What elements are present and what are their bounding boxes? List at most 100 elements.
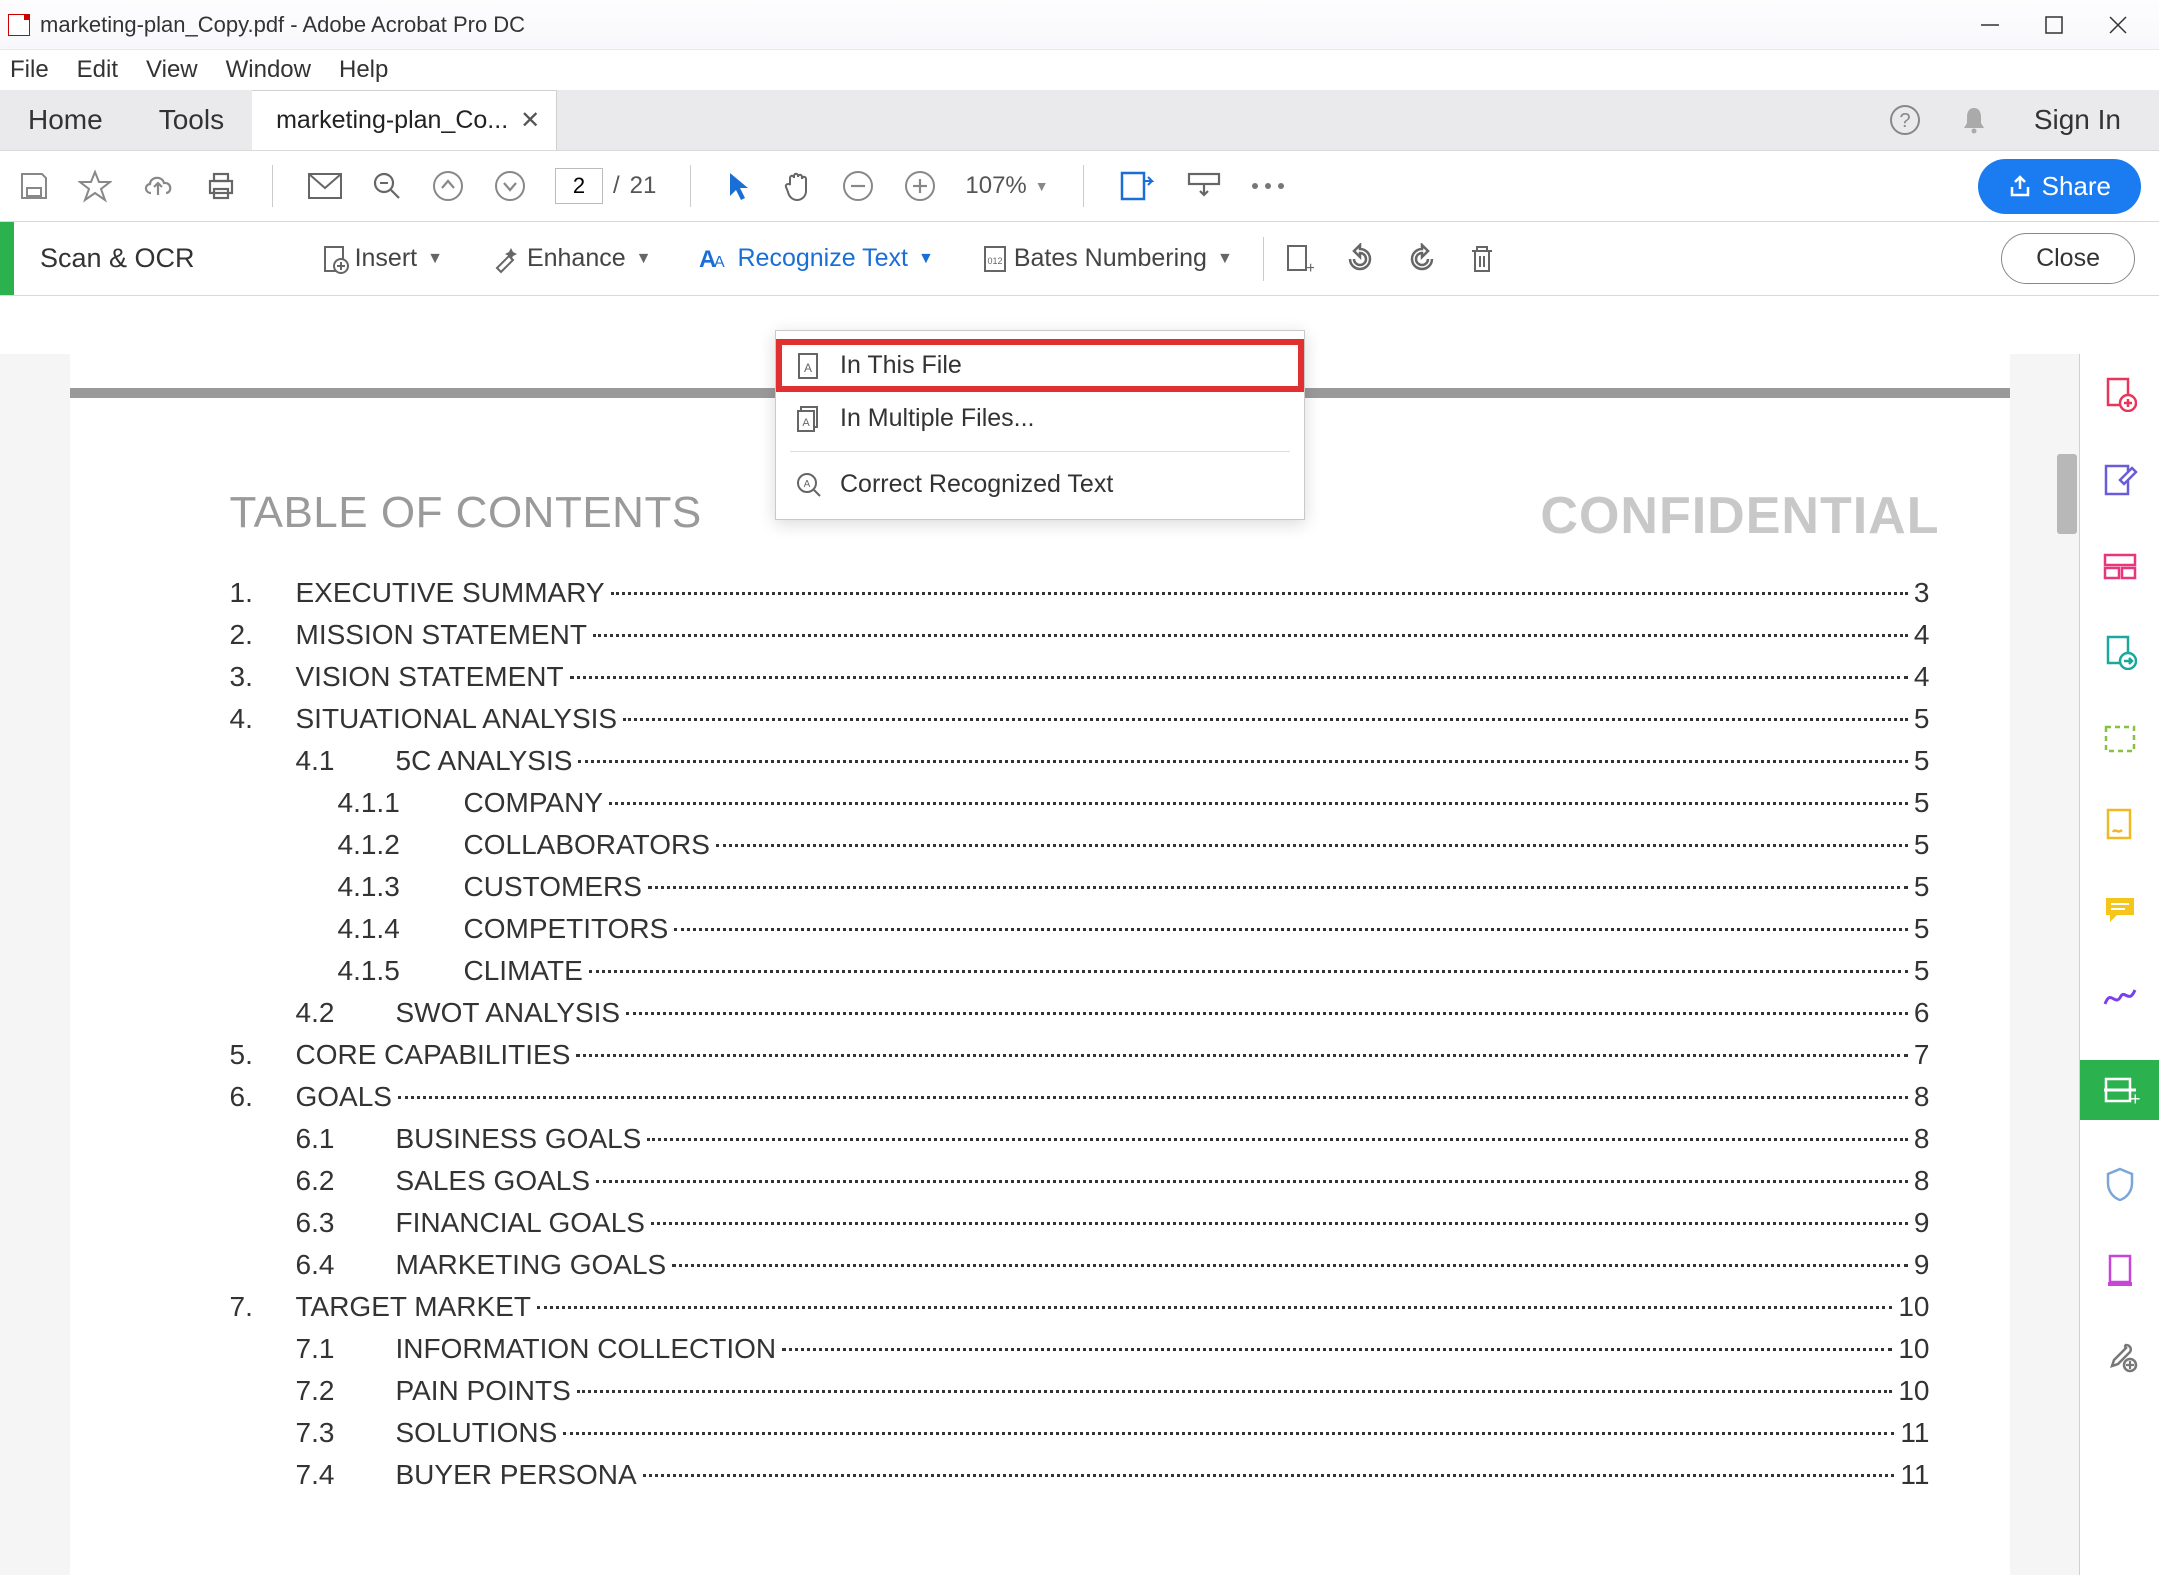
comment-icon[interactable] bbox=[2098, 888, 2142, 932]
scan-ocr-active-icon[interactable]: + bbox=[2080, 1060, 2159, 1120]
save-icon[interactable] bbox=[18, 170, 50, 202]
toc-row: 2.MISSION STATEMENT4 bbox=[230, 614, 1930, 656]
toc-row: 4.15C ANALYSIS5 bbox=[230, 740, 1930, 782]
add-page-icon[interactable]: + bbox=[1284, 243, 1314, 275]
recognize-text-dropdown[interactable]: AARecognize Text▼ bbox=[689, 238, 943, 279]
menu-in-this-file[interactable]: A In This File bbox=[776, 339, 1304, 392]
document-canvas[interactable]: CONFIDENTIAL TABLE OF CONTENTS 1.EXECUTI… bbox=[0, 354, 2079, 1575]
menu-file[interactable]: File bbox=[10, 56, 49, 84]
toc-row: 6.1BUSINESS GOALS8 bbox=[230, 1118, 1930, 1160]
menu-view[interactable]: View bbox=[146, 56, 198, 84]
watermark: CONFIDENTIAL bbox=[1540, 486, 1939, 546]
close-tab-icon[interactable]: ✕ bbox=[520, 106, 540, 135]
share-button[interactable]: Share bbox=[1978, 159, 2141, 214]
close-ocr-button[interactable]: Close bbox=[2001, 233, 2135, 284]
insert-dropdown[interactable]: Insert▼ bbox=[311, 238, 453, 280]
page-total: 21 bbox=[630, 172, 657, 200]
menu-correct-text[interactable]: A Correct Recognized Text bbox=[776, 458, 1304, 511]
magnify-a-icon: A bbox=[796, 472, 822, 498]
signin-button[interactable]: Sign In bbox=[2034, 104, 2121, 136]
more-icon[interactable] bbox=[1250, 181, 1286, 191]
read-mode-icon[interactable] bbox=[1186, 171, 1222, 201]
toc-row: 7.3SOLUTIONS11 bbox=[230, 1412, 1930, 1454]
svg-text:?: ? bbox=[1899, 110, 1910, 132]
hand-icon[interactable] bbox=[781, 169, 813, 203]
toc-row: 3.VISION STATEMENT4 bbox=[230, 656, 1930, 698]
find-icon[interactable] bbox=[371, 170, 403, 202]
toc-row: 6.2SALES GOALS8 bbox=[230, 1160, 1930, 1202]
minimize-button[interactable] bbox=[1975, 10, 2005, 40]
zoom-out-icon[interactable] bbox=[841, 169, 875, 203]
page-indicator: / 21 bbox=[555, 168, 656, 204]
page-a-icon: A bbox=[796, 353, 822, 379]
scan-ocr-label: Scan & OCR bbox=[14, 243, 221, 274]
toc-row: 4.1.2COLLABORATORS5 bbox=[230, 824, 1930, 866]
print-icon[interactable] bbox=[204, 169, 238, 203]
nav-home[interactable]: Home bbox=[0, 90, 131, 150]
svg-text:A: A bbox=[802, 417, 810, 429]
sign-icon[interactable] bbox=[2098, 974, 2142, 1018]
tab-bar: Home Tools marketing-plan_Co... ✕ ? Sign… bbox=[0, 90, 2159, 150]
scrollbar-thumb[interactable] bbox=[2057, 454, 2077, 534]
scan-ocr-bar: Scan & OCR Insert▼ Enhance▼ AARecognize … bbox=[0, 222, 2159, 296]
zoom-dropdown[interactable]: 107%▼ bbox=[965, 172, 1048, 200]
titlebar: marketing-plan_Copy.pdf - Adobe Acrobat … bbox=[0, 0, 2159, 50]
toc-row: 5.CORE CAPABILITIES7 bbox=[230, 1034, 1930, 1076]
rotate-cw-icon[interactable] bbox=[1406, 243, 1438, 275]
toc-row: 1.EXECUTIVE SUMMARY3 bbox=[230, 572, 1930, 614]
toc-row: 7.1INFORMATION COLLECTION10 bbox=[230, 1328, 1930, 1370]
pdf-icon bbox=[8, 14, 30, 36]
organize-icon[interactable] bbox=[2098, 716, 2142, 760]
recognize-text-menu: A In This File A In Multiple Files... A … bbox=[775, 330, 1305, 520]
protect-icon[interactable] bbox=[2098, 1162, 2142, 1206]
rotate-ccw-icon[interactable] bbox=[1344, 243, 1376, 275]
bates-numbering-dropdown[interactable]: 012Bates Numbering▼ bbox=[972, 238, 1243, 280]
export-pdf-icon[interactable] bbox=[2098, 630, 2142, 674]
fit-width-icon[interactable]: ▼ bbox=[1118, 169, 1158, 203]
cloud-upload-icon[interactable] bbox=[140, 169, 176, 203]
enhance-dropdown[interactable]: Enhance▼ bbox=[481, 238, 662, 280]
toc-row: 6.GOALS8 bbox=[230, 1076, 1930, 1118]
page-up-icon[interactable] bbox=[431, 169, 465, 203]
svg-text:A: A bbox=[804, 479, 811, 490]
svg-text:A: A bbox=[804, 361, 812, 375]
fill-sign-icon[interactable] bbox=[2098, 802, 2142, 846]
edit-pdf-icon[interactable] bbox=[2098, 458, 2142, 502]
menu-help[interactable]: Help bbox=[339, 56, 388, 84]
svg-text:012: 012 bbox=[987, 256, 1002, 266]
help-icon[interactable]: ? bbox=[1888, 103, 1922, 137]
toc-row: 4.1.1COMPANY5 bbox=[230, 782, 1930, 824]
maximize-button[interactable] bbox=[2039, 10, 2069, 40]
delete-icon[interactable] bbox=[1468, 243, 1496, 275]
toc-row: 4.1.5CLIMATE5 bbox=[230, 950, 1930, 992]
bell-icon[interactable] bbox=[1958, 104, 1990, 136]
svg-text:+: + bbox=[1306, 260, 1314, 275]
menu-window[interactable]: Window bbox=[226, 56, 311, 84]
toc-row: 6.4MARKETING GOALS9 bbox=[230, 1244, 1930, 1286]
pages-a-icon: A bbox=[796, 406, 822, 432]
svg-text:▼: ▼ bbox=[1156, 174, 1158, 186]
svg-text:A: A bbox=[714, 254, 725, 271]
toc-row: 4.1.3CUSTOMERS5 bbox=[230, 866, 1930, 908]
mail-icon[interactable] bbox=[307, 172, 343, 200]
create-pdf-icon[interactable] bbox=[2098, 372, 2142, 416]
star-icon[interactable] bbox=[78, 169, 112, 203]
combine-icon[interactable] bbox=[2098, 544, 2142, 588]
toc-row: 7.4BUYER PERSONA11 bbox=[230, 1454, 1930, 1496]
menu-edit[interactable]: Edit bbox=[77, 56, 118, 84]
zoom-in-icon[interactable] bbox=[903, 169, 937, 203]
pointer-icon[interactable] bbox=[725, 170, 753, 202]
document-tab[interactable]: marketing-plan_Co... ✕ bbox=[252, 90, 557, 150]
close-button[interactable] bbox=[2103, 10, 2133, 40]
right-tools-panel: + bbox=[2079, 354, 2159, 1575]
more-tools-icon[interactable] bbox=[2098, 1334, 2142, 1378]
page-down-icon[interactable] bbox=[493, 169, 527, 203]
toc-row: 4.1.4COMPETITORS5 bbox=[230, 908, 1930, 950]
page-input[interactable] bbox=[555, 168, 603, 204]
nav-tools[interactable]: Tools bbox=[131, 90, 252, 150]
optimize-icon[interactable] bbox=[2098, 1248, 2142, 1292]
window-title: marketing-plan_Copy.pdf - Adobe Acrobat … bbox=[40, 12, 1975, 38]
menu-in-multiple-files[interactable]: A In Multiple Files... bbox=[776, 392, 1304, 445]
toc-row: 4.SITUATIONAL ANALYSIS5 bbox=[230, 698, 1930, 740]
menubar: File Edit View Window Help bbox=[0, 50, 2159, 90]
